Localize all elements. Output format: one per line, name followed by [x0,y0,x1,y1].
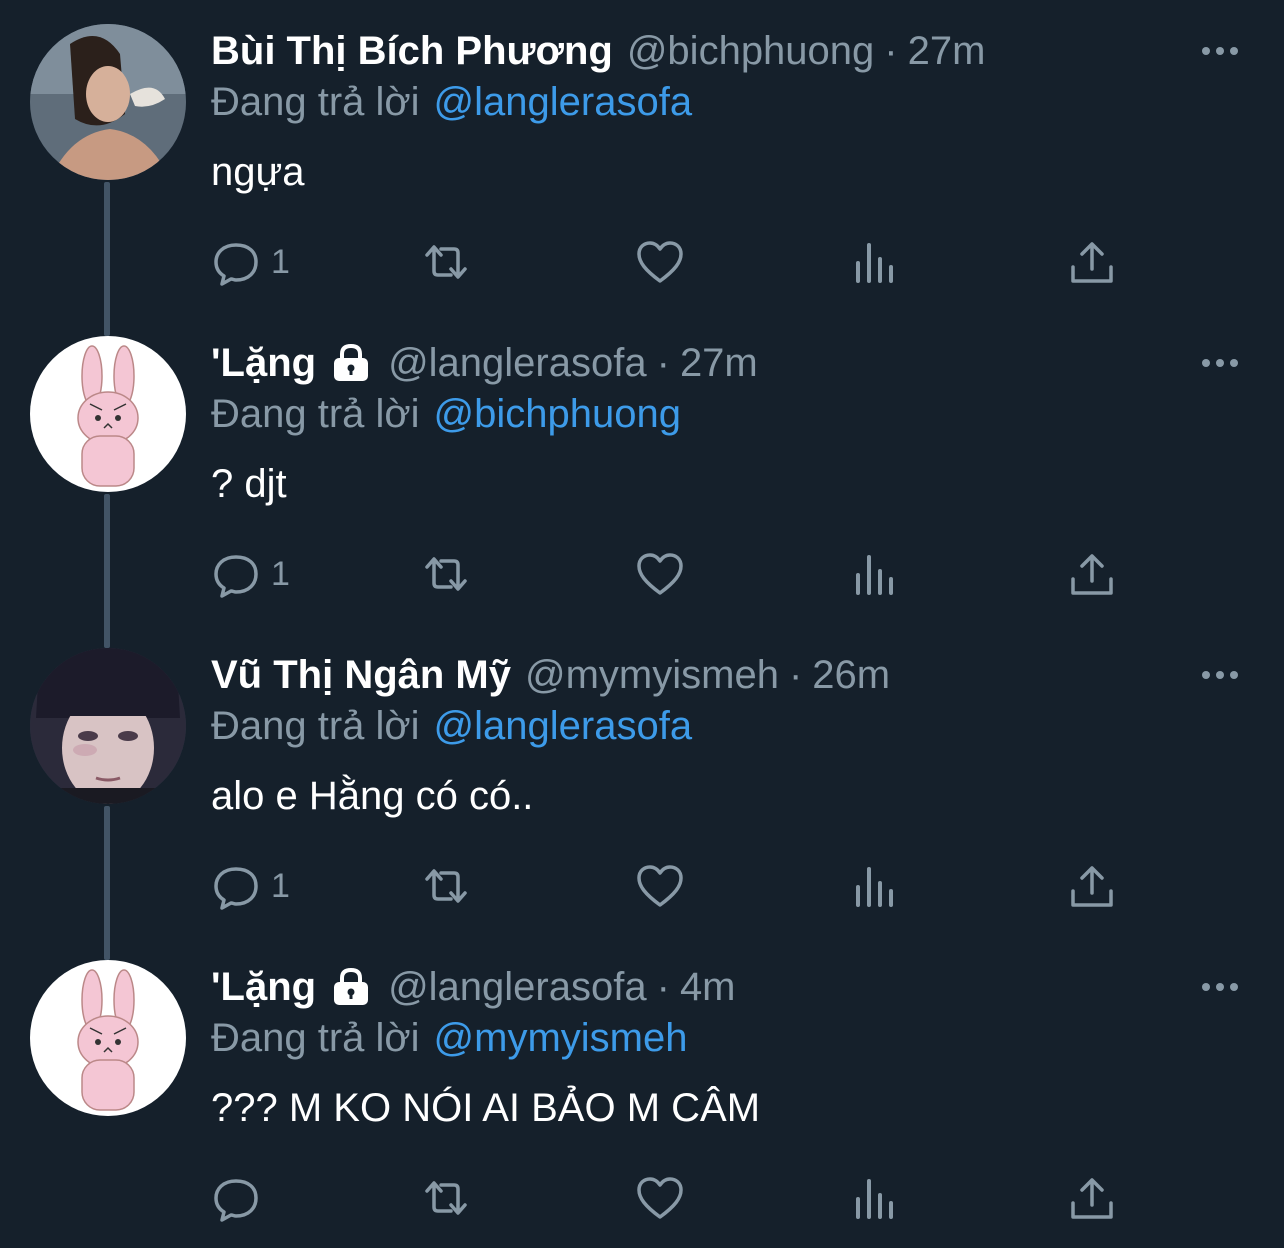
avatar[interactable] [30,960,186,1116]
speech-bubble-icon [214,555,258,598]
replying-to-handle[interactable]: @bichphuong [434,392,681,436]
reply-button[interactable]: 1 [211,546,290,602]
username[interactable]: @langlerasofa [388,965,647,1010]
ellipsis-icon[interactable] [1200,660,1240,690]
ellipsis-icon[interactable] [1200,348,1240,378]
retweet-button[interactable] [421,1170,471,1226]
tweet[interactable]: 'Lặng @langlerasofa · 4m Đang trả lời @my… [0,936,1284,1248]
username[interactable]: @mymyismeh [525,653,779,698]
retweet-arrows-icon [425,1181,467,1215]
replying-to-label: Đang trả lời [211,392,420,436]
ellipsis-icon[interactable] [1200,36,1240,66]
tweet[interactable]: Bùi Thị Bích Phương @bichphuong · 27m Đa… [0,0,1284,336]
bar-chart-icon [856,1179,893,1219]
bar-chart-icon [856,867,893,907]
separator: · [884,28,898,73]
stats-button[interactable] [851,234,901,290]
tweet-actions: 1 [211,234,1131,290]
timestamp[interactable]: 4m [680,965,736,1010]
speech-bubble-icon [214,243,258,286]
share-button[interactable] [1067,234,1117,290]
username[interactable]: @bichphuong [627,29,874,74]
tweet-text: ??? M KO NÓI AI BẢO M CÂM [211,1086,761,1130]
heart-icon [637,241,683,283]
avatar[interactable] [30,648,186,804]
timestamp[interactable]: 27m [908,29,986,74]
like-button[interactable] [635,858,685,914]
retweet-arrows-icon [425,557,467,591]
tweet-actions: 1 [211,858,1131,914]
replying-to-handle[interactable]: @langlerasofa [434,704,693,748]
separator: · [788,652,803,697]
display-name[interactable]: Vũ Thị Ngân Mỹ [211,653,511,698]
reply-count: 1 [271,242,290,281]
tweet-header: 'Lặng @langlerasofa · 4m [211,960,736,1014]
heart-icon [637,1177,683,1219]
timestamp[interactable]: 26m [812,653,890,698]
reply-button[interactable]: 1 [211,858,290,914]
tweet-actions [211,1170,1131,1226]
reply-count: 1 [271,866,290,905]
stats-button[interactable] [851,546,901,602]
ellipsis-icon[interactable] [1200,972,1240,1002]
replying-to-label: Đang trả lời [211,80,420,124]
retweet-button[interactable] [421,858,471,914]
display-name[interactable]: Bùi Thị Bích Phương [211,29,613,74]
share-button[interactable] [1067,546,1117,602]
upload-share-icon [1071,1178,1113,1219]
tweet[interactable]: 'Lặng @langlerasofa · 27m Đang trả lời @b… [0,312,1284,648]
tweet-header: Bùi Thị Bích Phương @bichphuong · 27m [211,24,985,78]
username[interactable]: @langlerasofa [388,341,647,386]
padlock-icon [334,967,369,1005]
retweet-button[interactable] [421,546,471,602]
replying-to: Đang trả lời @bichphuong [211,392,681,437]
heart-icon [637,865,683,907]
replying-to-handle[interactable]: @langlerasofa [434,80,693,124]
reply-button[interactable] [211,1170,271,1226]
tweet-thread: Bùi Thị Bích Phương @bichphuong · 27m Đa… [0,0,1284,1239]
separator: · [656,964,670,1009]
tweet-header: 'Lặng @langlerasofa · 27m [211,336,758,390]
replying-to-label: Đang trả lời [211,704,420,748]
tweet-header: Vũ Thị Ngân Mỹ @mymyismeh · 26m [211,648,890,702]
speech-bubble-icon [214,1179,258,1222]
share-button[interactable] [1067,858,1117,914]
padlock-icon [334,343,369,381]
like-button[interactable] [635,546,685,602]
replying-to: Đang trả lời @mymyismeh [211,1016,688,1061]
timestamp[interactable]: 27m [680,341,758,386]
replying-to-label: Đang trả lời [211,1016,420,1060]
display-name[interactable]: 'Lặng [211,341,316,386]
bar-chart-icon [856,243,893,283]
retweet-button[interactable] [421,234,471,290]
avatar[interactable] [30,336,186,492]
replying-to: Đang trả lời @langlerasofa [211,80,692,125]
speech-bubble-icon [214,867,258,910]
retweet-arrows-icon [425,869,467,903]
share-button[interactable] [1067,1170,1117,1226]
tweet-text: ? djt [211,462,287,506]
like-button[interactable] [635,1170,685,1226]
retweet-arrows-icon [425,245,467,279]
heart-icon [637,553,683,595]
display-name[interactable]: 'Lặng [211,965,316,1010]
stats-button[interactable] [851,1170,901,1226]
tweet[interactable]: Vũ Thị Ngân Mỹ @mymyismeh · 26m Đang trả… [0,624,1284,960]
bar-chart-icon [856,555,893,595]
reply-count: 1 [271,554,290,593]
like-button[interactable] [635,234,685,290]
tweet-actions: 1 [211,546,1131,602]
tweet-text: alo e Hằng có có.. [211,774,534,818]
avatar[interactable] [30,24,186,180]
stats-button[interactable] [851,858,901,914]
reply-button[interactable]: 1 [211,234,290,290]
upload-share-icon [1071,554,1113,595]
tweet-text: ngựa [211,150,305,194]
upload-share-icon [1071,242,1113,283]
replying-to: Đang trả lời @langlerasofa [211,704,692,749]
replying-to-handle[interactable]: @mymyismeh [434,1016,688,1060]
separator: · [656,340,670,385]
upload-share-icon [1071,866,1113,907]
